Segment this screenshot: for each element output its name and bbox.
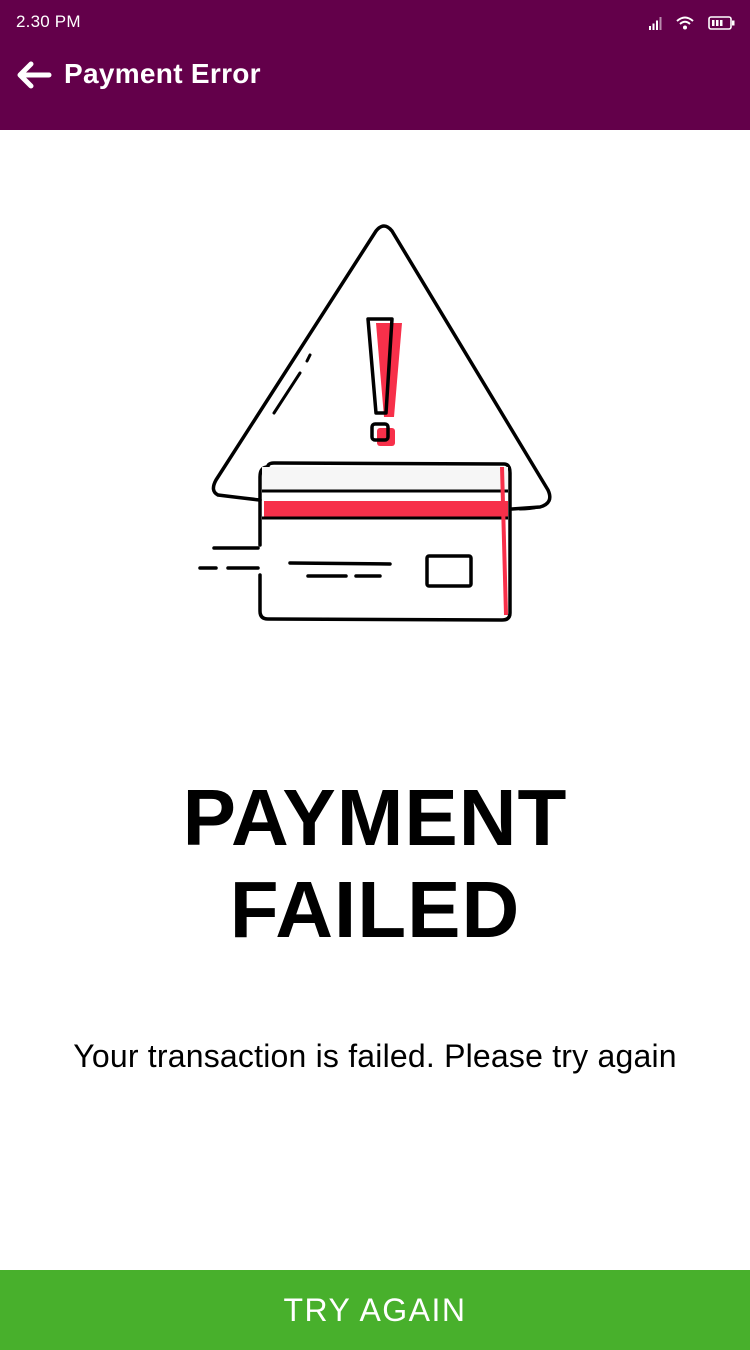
status-time: 2.30 PM — [16, 12, 81, 31]
back-button[interactable] — [10, 54, 56, 100]
try-again-button[interactable]: TRY AGAIN — [0, 1270, 750, 1350]
toolbar: Payment Error — [0, 52, 750, 100]
battery-icon — [708, 16, 736, 30]
payment-failed-illustration — [190, 215, 560, 630]
status-bar: 2.30 PM — [0, 0, 750, 44]
arrow-left-icon — [13, 59, 53, 96]
error-message: Your transaction is failed. Please try a… — [73, 1038, 677, 1074]
payment-failed-heading: PAYMENT FAILED — [0, 772, 750, 956]
signal-icon — [648, 16, 662, 30]
status-icons — [648, 12, 736, 34]
app-bar: 2.30 PM Payment Error — [0, 0, 750, 130]
page-title: Payment Error — [64, 58, 261, 89]
heading-line-1: PAYMENT — [182, 773, 568, 862]
heading-line-2: FAILED — [229, 865, 521, 954]
wifi-icon — [676, 16, 694, 30]
